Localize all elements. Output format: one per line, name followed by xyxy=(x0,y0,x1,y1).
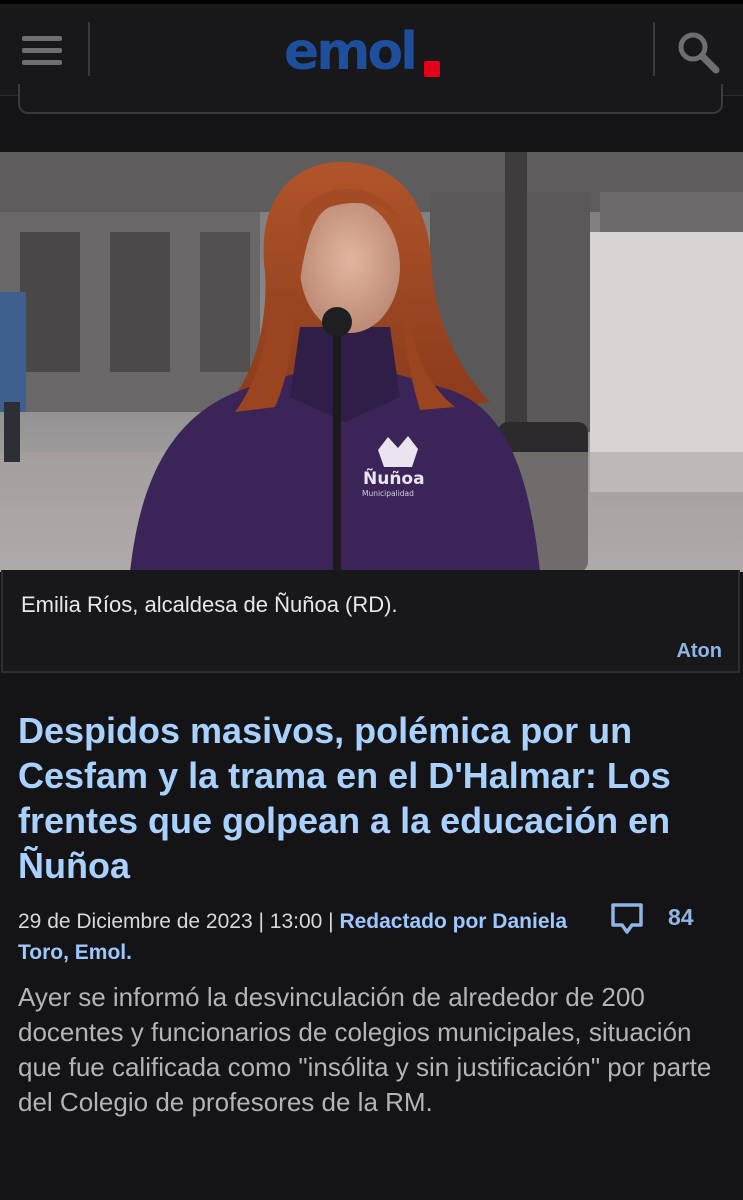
comments-button[interactable]: 84 xyxy=(610,902,694,938)
top-navigation-bar: emol xyxy=(0,0,743,96)
article-photo: Ñuñoa Municipalidad xyxy=(0,152,743,572)
jacket-logo-text: Ñuñoa xyxy=(363,466,425,489)
header-divider-left xyxy=(88,22,90,76)
article-lead: Ayer se informó la desvinculación de alr… xyxy=(18,982,712,1117)
hamburger-icon[interactable] xyxy=(22,36,68,66)
article-meta: 29 de Diciembre de 2023 | 13:00 | Redact… xyxy=(18,906,588,968)
jacket-logo-subtext: Municipalidad xyxy=(362,489,414,498)
photo-caption-box: Emilia Ríos, alcaldesa de Ñuñoa (RD). At… xyxy=(1,570,740,673)
photo-credit: Aton xyxy=(676,640,722,662)
article-date: 29 de Diciembre de 2023 | 13:00 | xyxy=(18,910,340,933)
emol-logo[interactable]: emol xyxy=(284,22,440,82)
comment-count: 84 xyxy=(668,904,694,930)
header-divider-right xyxy=(653,22,655,76)
article-headline: Despidos masivos, polémica por un Cesfam… xyxy=(18,710,671,886)
collapsed-search-panel[interactable] xyxy=(18,84,723,114)
search-icon[interactable] xyxy=(676,30,720,74)
logo-text: emol xyxy=(284,22,418,82)
logo-red-dot xyxy=(424,61,440,77)
comment-bubble-icon xyxy=(611,903,643,934)
status-strip xyxy=(0,0,743,4)
photo-caption: Emilia Ríos, alcaldesa de Ñuñoa (RD). xyxy=(21,592,398,617)
